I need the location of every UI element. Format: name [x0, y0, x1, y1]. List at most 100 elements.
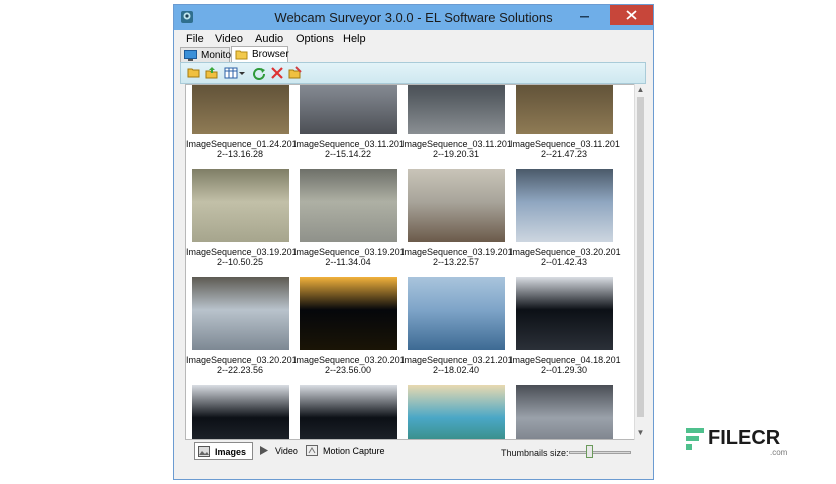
close-button[interactable]: [610, 5, 653, 25]
caption-line1: ImageSequence_03.21.201: [402, 355, 513, 365]
thumbnail-image[interactable]: [408, 277, 505, 350]
tab-video-label: Video: [275, 446, 298, 456]
thumbnail-image[interactable]: [516, 169, 613, 242]
close-icon: [626, 10, 637, 20]
thumbnail-image[interactable]: [408, 385, 505, 439]
caption-line1: ImageSequence_03.20.201: [186, 355, 297, 365]
tab-browser[interactable]: Browser: [231, 46, 289, 63]
title-bar[interactable]: Webcam Surveyor 3.0.0 - EL Software Solu…: [174, 5, 653, 30]
thumbnail-image[interactable]: [192, 385, 289, 439]
caption-line2: 2--13.16.28: [216, 149, 264, 159]
folder-icon: [235, 50, 248, 60]
caption-line2: 2--01.29.30: [540, 365, 588, 375]
caption-line1: ImageSequence_03.11.201: [510, 139, 620, 149]
caption-line2: 2--23.56.00: [324, 365, 372, 375]
thumbnail-grid: ImageSequence_01.24.201 2--13.16.28 ImageS…: [185, 84, 645, 440]
thumbnail-image[interactable]: [516, 277, 613, 350]
thumbnail-image[interactable]: [192, 85, 289, 134]
scrollbar-thumb[interactable]: [637, 97, 644, 417]
tab-images[interactable]: Images: [194, 442, 253, 460]
tab-motion-capture-label: Motion Capture: [323, 446, 385, 456]
thumbnail-caption: ImageSequence_03.21.201 2--18.02.40: [402, 355, 513, 375]
browser-toolbar: [180, 62, 646, 84]
thumbnails-size-label: Thumbnails size:: [501, 448, 569, 458]
caption-line2: 2--18.02.40: [432, 365, 480, 375]
caption-line1: ImageSequence_03.20.201: [510, 247, 621, 257]
thumbnail-caption: ImageSequence_03.11.201 2--15.14.22: [294, 139, 404, 159]
play-icon: [260, 446, 268, 455]
main-tabs: Monitor Browser: [180, 46, 650, 63]
caption-line2: 2--19.20.31: [432, 149, 480, 159]
menu-video[interactable]: Video: [215, 33, 243, 45]
watermark-brand: FILECR: [708, 427, 781, 449]
thumbnail-image[interactable]: [300, 385, 397, 439]
slider-thumb[interactable]: [586, 445, 593, 458]
monitor-icon: [184, 50, 197, 61]
thumbnail-caption: ImageSequence_03.19.201 2--10.50.25: [186, 247, 297, 267]
caption-line2: 2--13.22.57: [432, 257, 480, 267]
caption-line1: ImageSequence_04.18.201: [510, 355, 621, 365]
thumbnail-caption: ImageSequence_03.20.201 2--01.42.43: [510, 247, 621, 267]
caption-line1: ImageSequence_03.11.201: [294, 139, 404, 149]
grid-view-icon[interactable]: [224, 66, 238, 80]
thumbnail-image[interactable]: [192, 169, 289, 242]
tab-images-label: Images: [215, 447, 247, 457]
scroll-up-icon[interactable]: ▲: [635, 84, 646, 96]
thumbnail-caption: ImageSequence_03.11.201 2--19.20.31: [402, 139, 512, 159]
thumbnail-image[interactable]: [516, 385, 613, 439]
thumbnail-caption: ImageSequence_01.24.201 2--13.16.28: [186, 139, 297, 159]
caption-line2: 2--21.47.23: [540, 149, 588, 159]
vertical-scrollbar[interactable]: ▲ ▼: [634, 84, 646, 440]
dropdown-arrow-icon[interactable]: [238, 66, 246, 80]
thumbnail-image[interactable]: [300, 85, 397, 134]
scroll-down-icon[interactable]: ▼: [635, 427, 646, 439]
thumbnail-caption: ImageSequence_03.20.201 2--22.23.56: [186, 355, 297, 375]
export-icon[interactable]: [205, 66, 219, 80]
menu-file[interactable]: File: [186, 33, 204, 45]
thumbnail-caption: ImageSequence_04.18.201 2--01.29.30: [510, 355, 621, 375]
filecr-watermark: FILECR .com: [684, 424, 794, 460]
tab-browser-label: Browser: [252, 49, 289, 60]
caption-line2: 2--15.14.22: [324, 149, 372, 159]
thumbnails-size-slider[interactable]: [569, 445, 631, 458]
menu-help[interactable]: Help: [343, 33, 366, 45]
caption-line2: 2--01.42.43: [540, 257, 588, 267]
app-window: Webcam Surveyor 3.0.0 - EL Software Solu…: [173, 4, 654, 480]
tab-motion-capture[interactable]: Motion Capture: [303, 442, 389, 460]
caption-line2: 2--10.50.25: [216, 257, 264, 267]
rename-folder-icon[interactable]: [288, 66, 302, 80]
caption-line2: 2--22.23.56: [216, 365, 264, 375]
thumbnail-image[interactable]: [408, 169, 505, 242]
tab-video[interactable]: Video: [255, 442, 301, 460]
tab-monitor[interactable]: Monitor: [180, 47, 234, 63]
menu-options[interactable]: Options: [296, 33, 334, 45]
thumbnail-image[interactable]: [300, 277, 397, 350]
minimize-button[interactable]: [570, 5, 598, 25]
bottom-panel: Images Video Motion Capture Thumbnails s…: [185, 440, 647, 464]
motion-icon: [306, 445, 318, 456]
caption-line1: ImageSequence_03.20.201: [294, 355, 405, 365]
thumbnail-caption: ImageSequence_03.19.201 2--11.34.04: [294, 247, 405, 267]
menu-audio[interactable]: Audio: [255, 33, 283, 45]
delete-icon[interactable]: [270, 66, 284, 80]
caption-line1: ImageSequence_03.19.201: [186, 247, 297, 257]
caption-line1: ImageSequence_03.19.201: [402, 247, 513, 257]
caption-line1: ImageSequence_03.11.201: [402, 139, 512, 149]
thumbnail-image[interactable]: [300, 169, 397, 242]
tab-monitor-label: Monitor: [201, 50, 235, 61]
caption-line2: 2--11.34.04: [325, 257, 371, 267]
thumbnail-caption: ImageSequence_03.11.201 2--21.47.23: [510, 139, 620, 159]
minimize-icon: [580, 16, 589, 18]
caption-line1: ImageSequence_03.19.201: [294, 247, 405, 257]
thumbnail-caption: ImageSequence_03.20.201 2--23.56.00: [294, 355, 405, 375]
thumbnail-image[interactable]: [192, 277, 289, 350]
refresh-icon[interactable]: [252, 66, 266, 80]
thumbnail-image[interactable]: [516, 85, 613, 134]
thumbnail-caption: ImageSequence_03.19.201 2--13.22.57: [402, 247, 513, 267]
slider-track: [569, 451, 631, 454]
filecr-logo-icon: [686, 428, 704, 450]
open-folder-icon[interactable]: [187, 66, 201, 80]
thumbnail-image[interactable]: [408, 85, 505, 134]
image-icon: [198, 446, 210, 457]
caption-line1: ImageSequence_01.24.201: [186, 139, 297, 149]
